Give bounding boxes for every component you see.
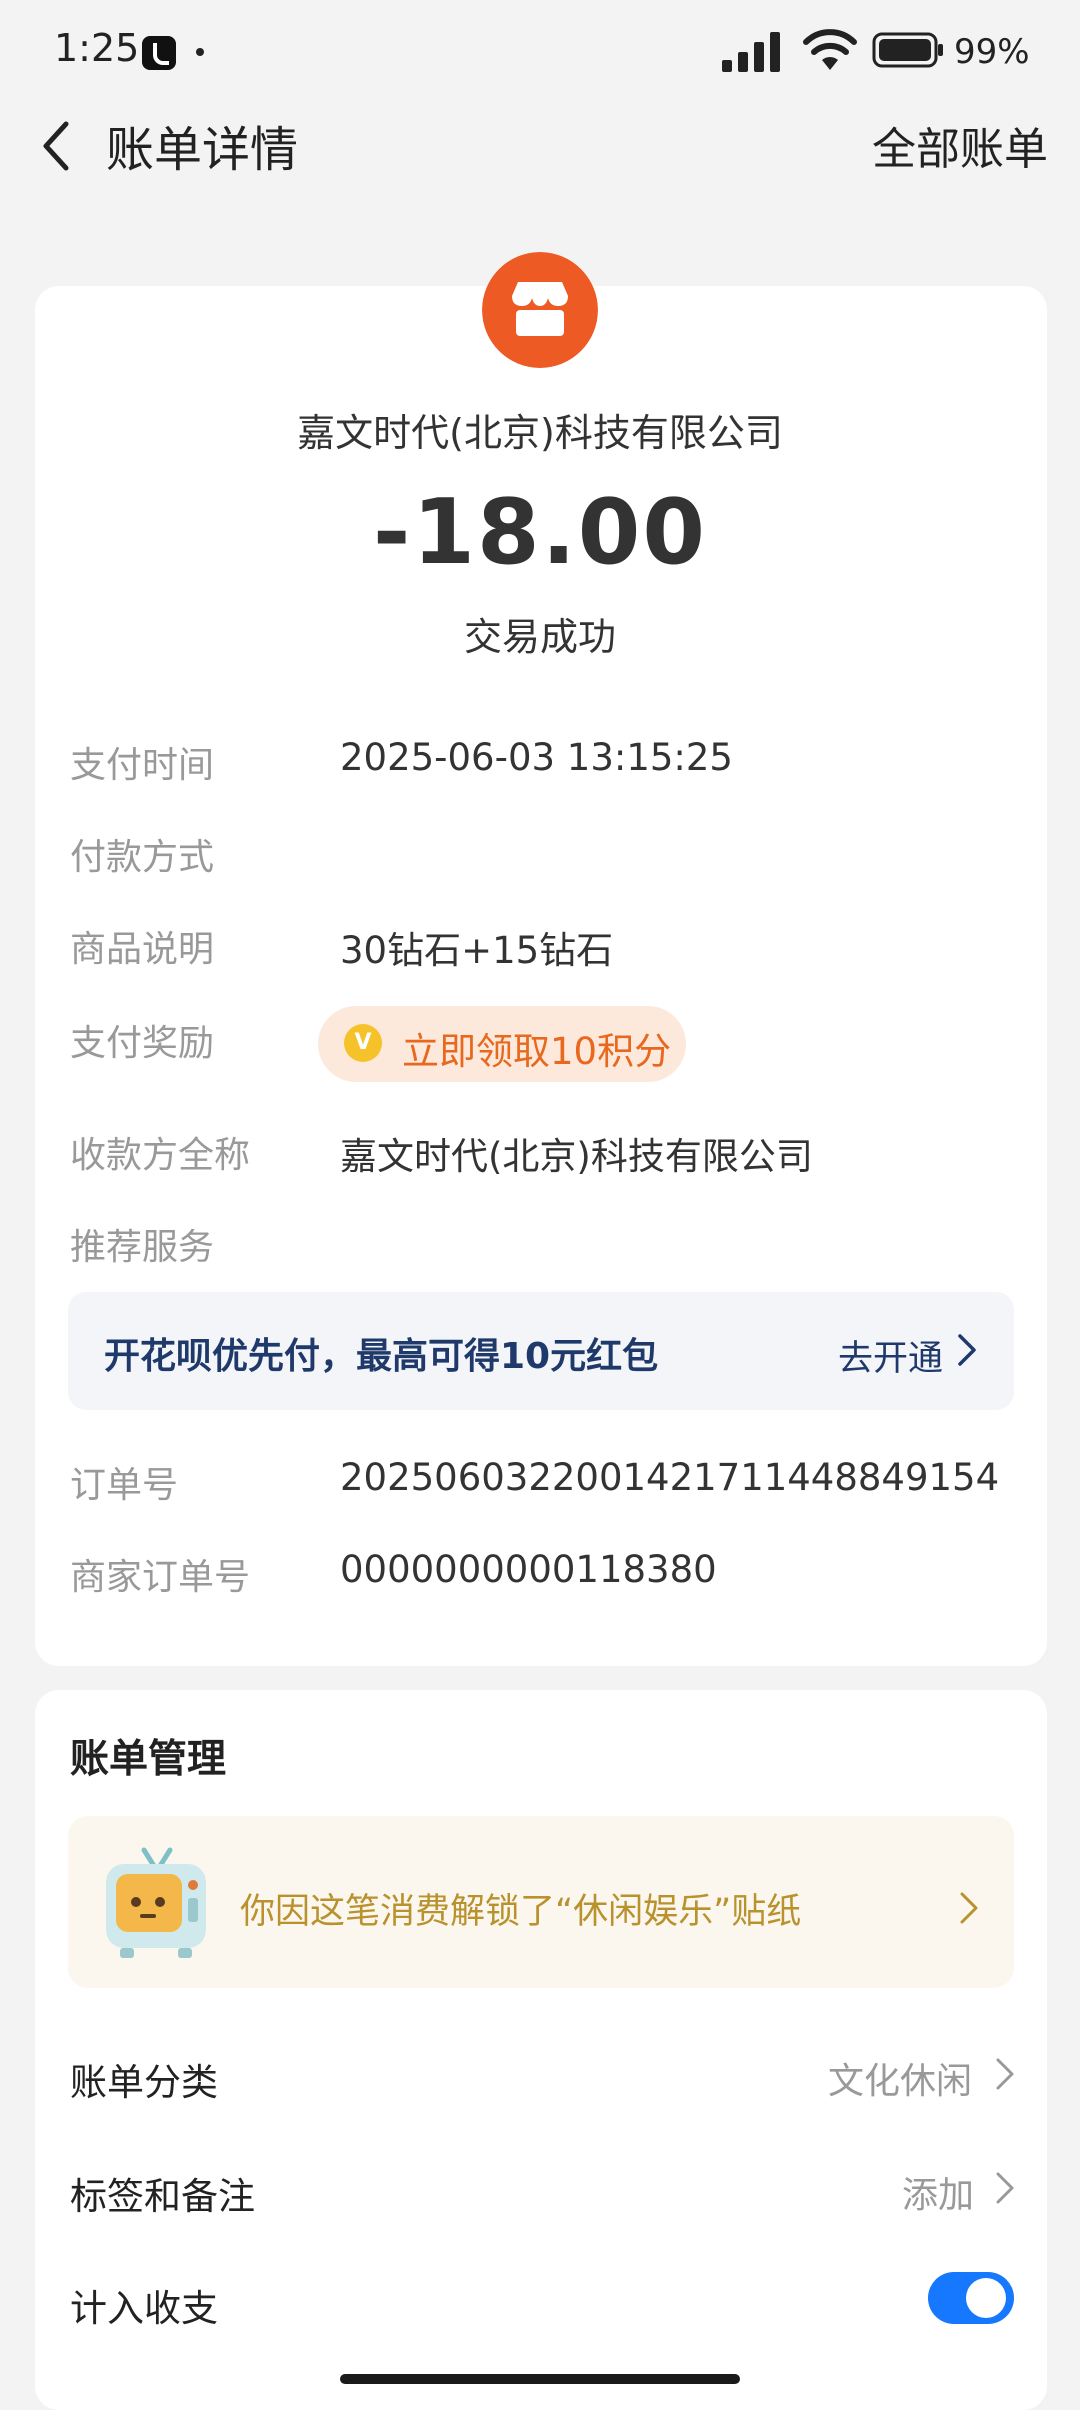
reward-label: 支付奖励 (70, 1023, 215, 1064)
category-value[interactable]: 文化休闲 (828, 2052, 972, 2104)
reward-button-label: 立即领取10积分 (402, 1030, 672, 1073)
huabei-banner-text: 开花呗优先付，最高可得10元红包 (104, 1336, 659, 1377)
product-value: 30钻石+15钻石 (340, 929, 614, 972)
toggle-knob (966, 2278, 1006, 2318)
order-no-label: 订单号 (70, 1465, 179, 1506)
chevron-right-icon (958, 1334, 976, 1366)
wifi-icon (803, 29, 857, 70)
chevron-right-icon (996, 2058, 1014, 2090)
merchant-order-label: 商家订单号 (70, 1557, 251, 1598)
shop-icon (482, 252, 598, 368)
sticker-text: 你因这笔消费解锁了“休闲娱乐”贴纸 (240, 1892, 802, 1932)
battery-icon (872, 32, 943, 68)
tiktok-icon (142, 36, 176, 70)
status-bar: 1:25 99% (0, 0, 1080, 100)
page-title: 账单详情 (106, 122, 299, 178)
order-no-value: 2025060322001421711448849154 (340, 1456, 1000, 1499)
battery-percent: 99% (954, 32, 1030, 72)
merchant-name: 嘉文时代(北京)科技有限公司 (297, 411, 783, 455)
payee-value: 嘉文时代(北京)科技有限公司 (340, 1135, 813, 1178)
home-indicator[interactable] (340, 2374, 740, 2384)
chevron-right-icon (996, 2172, 1014, 2204)
huabei-open-link[interactable]: 去开通 (838, 1330, 943, 1381)
tags-label: 标签和备注 (70, 2175, 255, 2218)
merchant-order-value: 0000000000118380 (340, 1548, 717, 1591)
transaction-amount: -18.00 (372, 480, 708, 585)
count-label: 计入收支 (70, 2287, 218, 2330)
pay-time-label: 支付时间 (70, 745, 215, 786)
notification-dot-icon (196, 48, 204, 56)
chevron-right-icon (960, 1892, 978, 1924)
payee-label: 收款方全称 (70, 1135, 251, 1176)
pay-method-label: 付款方式 (70, 837, 215, 878)
all-bills-link[interactable]: 全部账单 (872, 113, 1048, 177)
tv-sticker-icon (106, 1847, 206, 1958)
status-time: 1:25 (54, 26, 140, 70)
transaction-status: 交易成功 (463, 615, 616, 659)
category-label: 账单分类 (70, 2061, 218, 2104)
signal-icon (722, 32, 780, 72)
pay-time-value: 2025-06-03 13:15:25 (340, 736, 733, 779)
tags-add-link[interactable]: 添加 (902, 2166, 974, 2218)
coin-icon: V (344, 1024, 382, 1062)
section-title: 账单管理 (70, 1737, 227, 1782)
chevron-left-icon[interactable] (34, 116, 78, 176)
product-label: 商品说明 (70, 929, 215, 970)
recommend-label: 推荐服务 (70, 1227, 215, 1268)
